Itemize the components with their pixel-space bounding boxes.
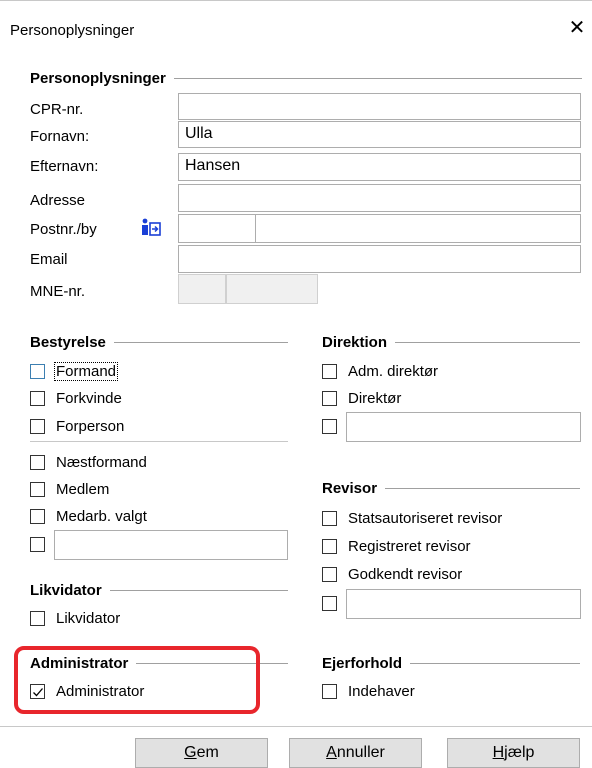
cpr-input[interactable] <box>178 93 581 120</box>
top-border <box>0 0 592 1</box>
lastname-input[interactable]: Hansen <box>178 153 581 181</box>
help-button[interactable]: Hjælp <box>447 738 580 768</box>
personal-group-title: Personoplysninger <box>30 70 174 87</box>
checkbox-direction-other[interactable] <box>322 419 337 434</box>
checkbox-naestformand[interactable] <box>30 455 45 470</box>
save-label-rest: em <box>196 744 219 761</box>
liquidator-group-title: Likvidator <box>30 582 110 599</box>
auditor-group-title: Revisor <box>322 480 386 497</box>
email-input[interactable] <box>178 245 581 273</box>
mne-prefix-input[interactable] <box>178 274 226 304</box>
label-indehaver[interactable]: Indehaver <box>348 683 415 700</box>
highlight-annotation <box>14 646 260 714</box>
board-separator <box>30 441 288 442</box>
footer-separator <box>0 726 592 727</box>
city-input[interactable] <box>255 214 581 243</box>
checkbox-indehaver[interactable] <box>322 684 337 699</box>
checkbox-medlem[interactable] <box>30 482 45 497</box>
checkbox-registreret[interactable] <box>322 539 337 554</box>
help-label-rest: jælp <box>504 744 535 761</box>
label-registreret[interactable]: Registreret revisor <box>348 538 471 555</box>
firstname-label: Fornavn: <box>30 128 90 145</box>
cancel-accesskey: A <box>326 744 337 761</box>
lastname-label: Efternavn: <box>30 158 99 175</box>
close-icon[interactable]: ✕ <box>566 17 588 39</box>
label-direktor[interactable]: Direktør <box>348 390 401 407</box>
info-lookup-icon[interactable] <box>140 218 162 238</box>
direction-other-input[interactable] <box>346 412 581 442</box>
window-title: Personoplysninger <box>10 22 135 39</box>
firstname-input[interactable]: Ulla <box>178 121 581 148</box>
label-forperson[interactable]: Forperson <box>56 418 124 435</box>
label-godkendt[interactable]: Godkendt revisor <box>348 566 462 583</box>
postal-code-input[interactable] <box>178 214 256 243</box>
checkbox-formand[interactable] <box>30 364 45 379</box>
checkbox-auditor-other[interactable] <box>322 596 337 611</box>
checkbox-godkendt[interactable] <box>322 567 337 582</box>
checkbox-likvidator[interactable] <box>30 611 45 626</box>
checkbox-statsautoriseret[interactable] <box>322 511 337 526</box>
checkbox-forperson[interactable] <box>30 419 45 434</box>
cancel-button[interactable]: Annuller <box>289 738 422 768</box>
board-other-input[interactable] <box>54 530 288 560</box>
address-label: Adresse <box>30 192 86 209</box>
board-group-title: Bestyrelse <box>30 334 114 351</box>
label-medarb-valgt[interactable]: Medarb. valgt <box>56 508 147 525</box>
label-statsautoriseret[interactable]: Statsautoriseret revisor <box>348 510 502 527</box>
label-medlem[interactable]: Medlem <box>56 481 109 498</box>
checkbox-direktor[interactable] <box>322 391 337 406</box>
save-button[interactable]: Gem <box>135 738 268 768</box>
postal-label: Postnr./by <box>30 221 97 238</box>
checkbox-forkvinde[interactable] <box>30 391 45 406</box>
label-naestformand[interactable]: Næstformand <box>56 454 147 471</box>
email-label: Email <box>30 251 68 268</box>
cpr-label: CPR-nr. <box>30 101 84 118</box>
label-forkvinde[interactable]: Forkvinde <box>56 390 122 407</box>
direction-group-title: Direktion <box>322 334 396 351</box>
mne-number-input[interactable] <box>226 274 318 304</box>
address-input[interactable] <box>178 184 581 212</box>
save-accesskey: G <box>184 744 197 761</box>
auditor-other-input[interactable] <box>346 589 581 619</box>
label-likvidator[interactable]: Likvidator <box>56 610 120 627</box>
checkbox-board-other[interactable] <box>30 537 45 552</box>
mne-label: MNE-nr. <box>30 283 86 300</box>
ownership-group-title: Ejerforhold <box>322 655 411 672</box>
checkbox-medarb-valgt[interactable] <box>30 509 45 524</box>
label-adm-direktor[interactable]: Adm. direktør <box>348 363 438 380</box>
checkbox-adm-direktor[interactable] <box>322 364 337 379</box>
cancel-label-rest: nnuller <box>336 744 385 761</box>
help-accesskey: H <box>492 744 505 761</box>
label-formand[interactable]: Formand <box>54 362 119 381</box>
